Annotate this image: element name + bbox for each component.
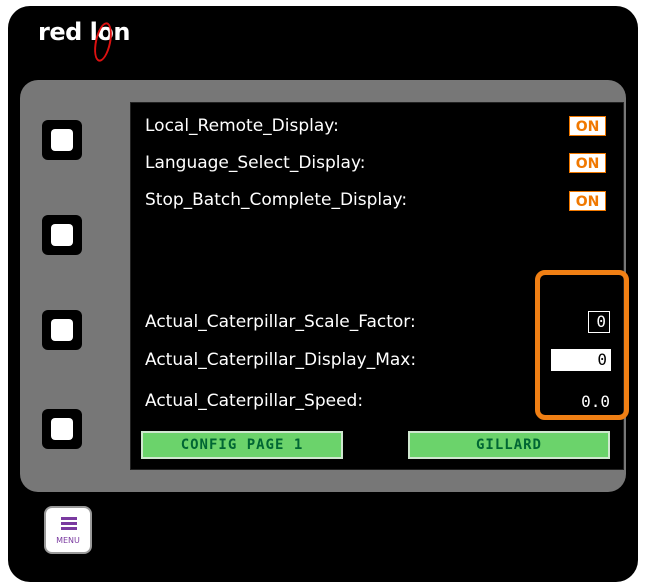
display-max-label: Actual_Caterpillar_Display_Max: [145, 350, 417, 370]
softkey-square-icon [51, 129, 73, 151]
gillard-button[interactable]: GILLARD [408, 431, 610, 459]
softkey-square-icon [51, 224, 73, 246]
red-lion-logo: red lon [38, 18, 130, 64]
softkey-square-icon [51, 319, 73, 341]
config-page-1-button[interactable]: CONFIG PAGE 1 [141, 431, 343, 459]
language-select-display-toggle[interactable]: ON [569, 153, 606, 173]
language-select-display-label: Language_Select_Display: [145, 153, 366, 173]
scale-factor-label: Actual_Caterpillar_Scale_Factor: [145, 312, 416, 332]
menu-icon [61, 517, 77, 530]
softkey-3[interactable] [42, 310, 82, 350]
speed-label: Actual_Caterpillar_Speed: [145, 391, 364, 411]
stop-batch-complete-display-toggle[interactable]: ON [569, 191, 606, 211]
stop-batch-complete-display-label: Stop_Batch_Complete_Display: [145, 190, 408, 210]
menu-label: MENU [56, 536, 80, 545]
softkey-1[interactable] [42, 120, 82, 160]
local-remote-display-label: Local_Remote_Display: [145, 116, 339, 136]
highlight-frame [535, 270, 629, 420]
logo-text-1: red l [38, 18, 98, 46]
softkey-square-icon [51, 418, 73, 440]
softkey-2[interactable] [42, 215, 82, 255]
local-remote-display-toggle[interactable]: ON [569, 116, 606, 136]
menu-button[interactable]: MENU [44, 506, 92, 554]
softkey-4[interactable] [42, 409, 82, 449]
